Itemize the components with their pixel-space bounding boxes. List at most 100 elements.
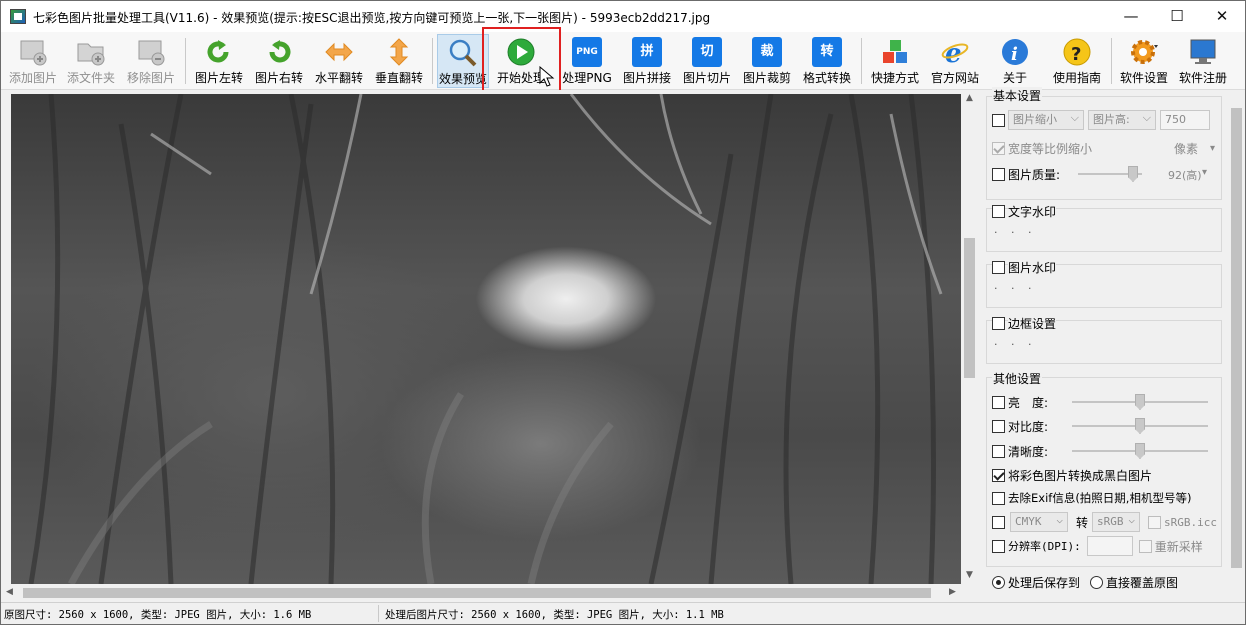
about-label: 关于 (1002, 71, 1027, 85)
register-label: 软件注册 (1178, 71, 1227, 85)
brightness-slider-thumb[interactable] (1135, 394, 1145, 410)
convert-label: 格式转换 (802, 71, 851, 85)
remove-exif-checkbox[interactable] (992, 491, 1005, 505)
proportional-checkbox[interactable] (992, 141, 1005, 155)
shrink-mode-select[interactable]: 图片缩小 (1008, 109, 1084, 130)
scroll-thumb[interactable] (23, 588, 931, 598)
maximize-button[interactable]: ☐ (1154, 1, 1200, 32)
convert-button[interactable]: 转 格式转换 (799, 34, 855, 88)
website-button[interactable]: e 官方网站 (927, 34, 983, 88)
rotate-left-button[interactable]: 图片左转 (191, 34, 247, 88)
border-checkbox[interactable] (992, 316, 1005, 330)
border-more[interactable]: · · · (994, 338, 1036, 351)
preview-label: 效果预览 (438, 72, 487, 86)
add-image-label: 添加图片 (8, 71, 57, 85)
toolbar-separator (1111, 38, 1112, 84)
scroll-right-icon[interactable]: ▶ (944, 584, 961, 601)
dpi-checkbox[interactable] (992, 539, 1005, 553)
preview-vertical-scrollbar[interactable]: ▲ ▼ (961, 90, 978, 584)
info-icon: i (1002, 39, 1028, 65)
crop-button[interactable]: 裁 图片裁剪 (739, 34, 795, 88)
rotate-right-icon (269, 40, 291, 63)
app-icon (10, 9, 26, 24)
border-label: 边框设置 (1008, 314, 1057, 332)
shrink-checkbox[interactable] (992, 113, 1005, 127)
resample-checkbox[interactable] (1138, 539, 1152, 553)
brightness-checkbox[interactable] (992, 395, 1005, 409)
srgb-icc-checkbox[interactable] (1148, 515, 1162, 529)
contrast-slider-thumb[interactable] (1135, 418, 1145, 434)
cmyk-select[interactable]: CMYK (1010, 511, 1068, 532)
shortcut-button[interactable]: 快捷方式 (867, 34, 923, 88)
slice-icon: 切 (692, 37, 722, 67)
proportional-label: 宽度等比例缩小 (1008, 141, 1093, 156)
flip-horizontal-button[interactable]: 水平翻转 (311, 34, 367, 88)
contrast-checkbox[interactable] (992, 419, 1005, 433)
height-input[interactable]: 750 (1160, 110, 1210, 130)
image-watermark-row: 图片水印 (992, 257, 1057, 277)
process-png-button[interactable]: PNG 处理PNG (561, 34, 613, 88)
svg-text:i: i (1011, 44, 1018, 65)
scroll-thumb[interactable] (1231, 108, 1242, 568)
scroll-left-icon[interactable]: ◀ (1, 584, 18, 601)
add-image-icon (20, 40, 47, 66)
preview-button[interactable]: 效果预览 (437, 34, 489, 88)
text-watermark-checkbox[interactable] (992, 204, 1005, 218)
text-watermark-label: 文字水印 (1008, 202, 1057, 220)
border-row: 边框设置 (992, 313, 1057, 333)
scroll-down-icon[interactable]: ▼ (961, 567, 978, 584)
text-watermark-more[interactable]: · · · (994, 226, 1036, 239)
text-watermark-row: 文字水印 (992, 201, 1057, 221)
register-button[interactable]: 软件注册 (1175, 34, 1231, 88)
add-folder-button[interactable]: 添文件夹 (63, 34, 119, 88)
scroll-up-icon[interactable]: ▲ (961, 90, 978, 107)
sharpness-slider[interactable] (1072, 441, 1208, 461)
srgb-icc-label: sRGB.icc (1164, 515, 1217, 529)
grayscale-checkbox[interactable] (992, 468, 1005, 482)
save-to-label: 处理后保存到 (1008, 575, 1081, 590)
guide-button[interactable]: ? 使用指南 (1047, 34, 1107, 88)
image-watermark-checkbox[interactable] (992, 260, 1005, 274)
flip-horizontal-icon (325, 42, 353, 62)
add-folder-icon (77, 43, 105, 66)
color-profile-checkbox[interactable] (992, 515, 1005, 529)
minimize-button[interactable]: — (1108, 1, 1154, 32)
rotate-right-button[interactable]: 图片右转 (251, 34, 307, 88)
quality-slider-thumb[interactable] (1128, 166, 1138, 182)
stitch-icon: 拼 (632, 37, 662, 67)
title-bar: 七彩色图片批量处理工具(V11.6) - 效果预览(提示:按ESC退出预览,按方… (1, 1, 1245, 32)
preview-image (11, 94, 961, 584)
image-watermark-more[interactable]: · · · (994, 282, 1036, 295)
quality-value: 92(高) (1168, 169, 1202, 182)
srgb-select[interactable]: sRGB (1092, 511, 1141, 532)
unit-select[interactable]: 像素 (1174, 140, 1198, 157)
preview-horizontal-scrollbar[interactable]: ◀ ▶ (1, 584, 961, 601)
svg-text:e: e (945, 39, 962, 67)
process-png-label: 处理PNG (562, 71, 612, 85)
sharpness-row: 清晰度: (992, 441, 1048, 461)
slice-button[interactable]: 切 图片切片 (679, 34, 735, 88)
add-image-button[interactable]: 添加图片 (5, 34, 61, 88)
sharpness-checkbox[interactable] (992, 444, 1005, 458)
save-to-radio[interactable] (992, 575, 1005, 589)
quality-slider[interactable] (1078, 164, 1142, 184)
png-icon: PNG (572, 37, 602, 67)
stitch-button[interactable]: 拼 图片拼接 (619, 34, 675, 88)
about-button[interactable]: i 关于 (987, 34, 1043, 88)
contrast-slider[interactable] (1072, 416, 1208, 436)
close-button[interactable]: ✕ (1199, 1, 1245, 32)
settings-button[interactable]: 软件设置 (1115, 34, 1173, 88)
dimension-select[interactable]: 图片高: (1088, 109, 1156, 130)
settings-scrollbar[interactable] (1228, 90, 1245, 602)
flip-vertical-button[interactable]: 垂直翻转 (371, 34, 427, 88)
shrink-row: 图片缩小 图片高: 750 (992, 109, 1210, 130)
brightness-slider[interactable] (1072, 392, 1208, 412)
overwrite-radio[interactable] (1090, 575, 1104, 589)
dpi-input[interactable] (1086, 536, 1133, 556)
scroll-thumb[interactable] (964, 238, 975, 378)
add-folder-label: 添文件夹 (66, 71, 115, 85)
quality-checkbox[interactable] (992, 167, 1005, 181)
sharpness-slider-thumb[interactable] (1135, 443, 1145, 459)
brightness-row: 亮 度: (992, 392, 1048, 412)
remove-image-button[interactable]: 移除图片 (123, 34, 179, 88)
